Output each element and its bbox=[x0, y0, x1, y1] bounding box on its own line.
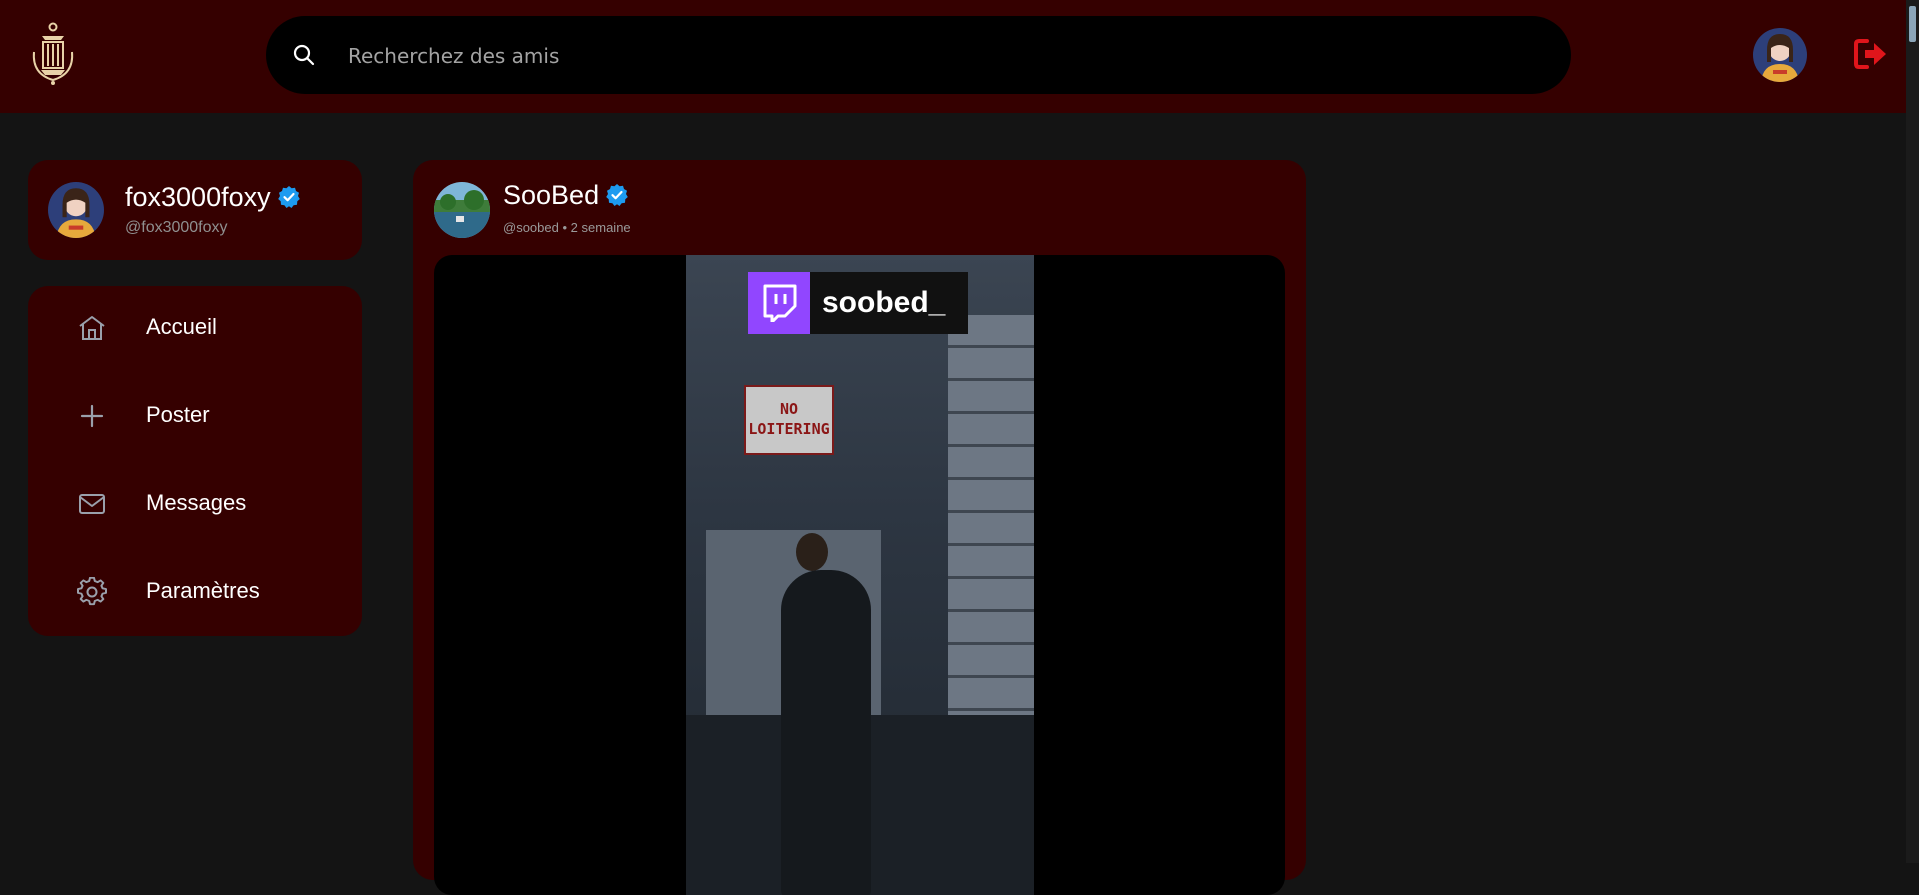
character-head bbox=[796, 533, 828, 571]
video-frame[interactable]: NO LOITERING soobed_ bbox=[686, 255, 1034, 895]
page-scrollbar[interactable] bbox=[1906, 0, 1919, 863]
post-media[interactable]: NO LOITERING soobed_ bbox=[434, 255, 1285, 895]
logout-icon[interactable] bbox=[1853, 38, 1889, 70]
post-meta: @soobed • 2 semaine bbox=[503, 220, 631, 235]
post-timestamp: 2 semaine bbox=[570, 220, 631, 235]
lantern-logo-icon[interactable] bbox=[28, 22, 78, 86]
mail-icon bbox=[79, 494, 105, 514]
character-figure bbox=[781, 570, 871, 895]
sidebar-item-accueil[interactable]: Accueil bbox=[28, 295, 362, 361]
scrollbar-thumb[interactable] bbox=[1909, 6, 1916, 42]
profile-name: fox3000foxy bbox=[125, 182, 271, 212]
sidebar-item-label: Poster bbox=[146, 402, 210, 427]
top-bar bbox=[0, 0, 1906, 113]
post-author-avatar[interactable] bbox=[434, 182, 490, 238]
search-bar bbox=[266, 16, 1571, 96]
gear-icon bbox=[77, 577, 107, 606]
twitch-overlay: soobed_ bbox=[748, 272, 968, 334]
sidebar-item-label: Messages bbox=[146, 490, 247, 515]
sidebar-item-label: Paramètres bbox=[146, 578, 260, 603]
profile-handle: @fox3000foxy bbox=[125, 219, 228, 236]
plus-icon bbox=[80, 404, 104, 428]
twitch-icon bbox=[748, 272, 810, 334]
profile-card[interactable]: fox3000foxy @fox3000foxy bbox=[28, 160, 362, 260]
sidebar-item-messages[interactable]: Messages bbox=[28, 471, 362, 537]
twitch-channel-name: soobed_ bbox=[822, 286, 946, 319]
user-avatar[interactable] bbox=[1753, 28, 1807, 82]
post-author-row: SooBed bbox=[503, 180, 629, 211]
sidebar-item-label: Accueil bbox=[146, 314, 217, 339]
post-handle: @soobed bbox=[503, 220, 559, 235]
profile-name-row: fox3000foxy bbox=[125, 182, 301, 213]
search-input[interactable] bbox=[346, 16, 1530, 96]
post-card: SooBed @soobed • 2 semaine NO LOITERING bbox=[413, 160, 1306, 895]
meta-separator: • bbox=[562, 220, 568, 235]
verified-badge-icon bbox=[606, 183, 628, 206]
search-icon[interactable] bbox=[292, 43, 316, 67]
video-background bbox=[948, 315, 1034, 745]
sidebar-item-parametres[interactable]: Paramètres bbox=[28, 559, 362, 625]
sidebar-nav: Accueil Poster Messages Paramètres bbox=[28, 286, 362, 636]
home-icon bbox=[79, 316, 105, 340]
post-author-name[interactable]: SooBed bbox=[503, 180, 599, 210]
profile-avatar[interactable] bbox=[48, 182, 104, 238]
sidebar-item-poster[interactable]: Poster bbox=[28, 383, 362, 449]
no-loitering-sign: NO LOITERING bbox=[744, 385, 834, 455]
verified-badge-icon bbox=[277, 185, 300, 208]
